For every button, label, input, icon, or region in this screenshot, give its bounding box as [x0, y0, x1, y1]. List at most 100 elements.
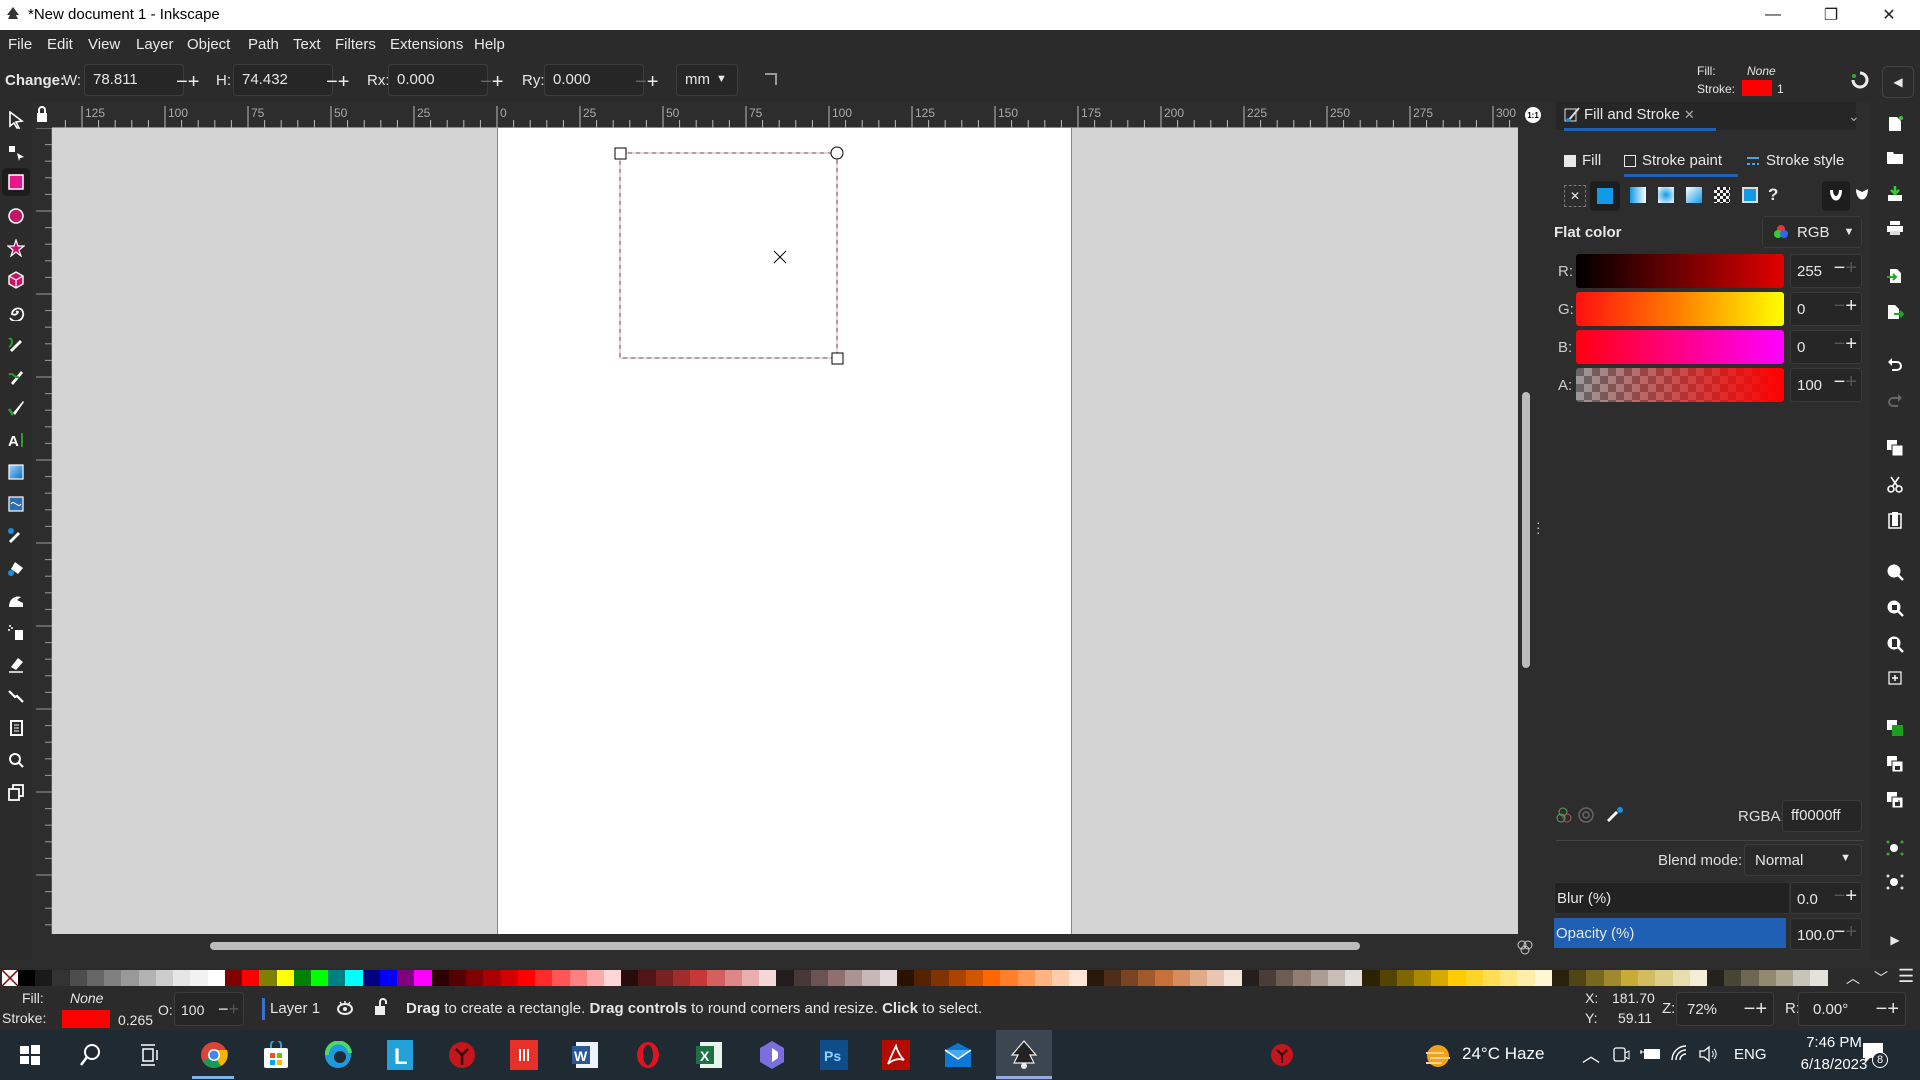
palette-swatch[interactable] [1172, 970, 1190, 986]
ungroup-button[interactable] [1883, 870, 1907, 894]
paint-none-button[interactable]: ✕ [1564, 185, 1586, 207]
status-opacity-stepper[interactable]: −+ [218, 999, 239, 1020]
width-stepper[interactable]: −+ [176, 72, 199, 92]
palette-swatch[interactable] [1586, 970, 1604, 986]
palette-swatch[interactable] [1465, 970, 1483, 986]
copilot-taskbar-icon[interactable] [756, 1039, 788, 1071]
horizontal-scrollbar[interactable] [210, 942, 1360, 950]
palette-swatch[interactable] [1138, 970, 1156, 986]
palette-swatch[interactable] [69, 970, 87, 986]
palette-swatch[interactable] [810, 970, 829, 986]
connector-tool[interactable] [4, 684, 28, 708]
rx-decrement[interactable]: − [480, 71, 492, 93]
rotation-field[interactable]: 0.00° −+ [1798, 992, 1906, 1026]
rectangle-shape[interactable] [619, 152, 838, 359]
palette-swatch[interactable] [379, 970, 398, 986]
palette-swatch[interactable] [1379, 970, 1397, 986]
corner-round-handle[interactable] [830, 146, 844, 160]
menu-text[interactable]: Text [293, 36, 321, 53]
b-value-field[interactable]: 0 −+ [1790, 330, 1862, 364]
task-view-button[interactable] [134, 1039, 166, 1071]
palette-swatch[interactable] [1638, 970, 1656, 986]
indicator-stroke-swatch[interactable] [1742, 80, 1772, 96]
ry-decrement[interactable]: − [635, 71, 647, 93]
palette-swatch[interactable] [1189, 970, 1208, 986]
color-picker-icon[interactable] [1606, 806, 1624, 824]
paint-bucket-tool[interactable] [4, 556, 28, 580]
zoom-drawing-button[interactable] [1883, 596, 1907, 620]
eraser-tool[interactable] [4, 652, 28, 676]
palette-swatch[interactable] [621, 970, 639, 986]
color-model-dropdown[interactable]: RGB ▼ [1762, 216, 1862, 248]
tab-stroke-paint[interactable]: Stroke paint [1624, 152, 1722, 169]
height-input[interactable]: 74.432 [233, 64, 333, 96]
g-stepper[interactable]: −+ [1834, 295, 1857, 318]
store-taskbar-icon[interactable] [260, 1039, 292, 1071]
palette-swatch[interactable] [759, 970, 777, 986]
palette-swatch[interactable] [466, 970, 484, 986]
fill-rule-evenodd-button[interactable] [1822, 181, 1850, 211]
a-slider[interactable] [1576, 368, 1784, 402]
menu-filters[interactable]: Filters [335, 36, 376, 53]
palette-scroll-up-button[interactable]: ︿ [1846, 968, 1860, 988]
palette-swatch[interactable] [1482, 970, 1501, 986]
dropper-tool[interactable] [4, 524, 28, 548]
b-slider[interactable] [1576, 330, 1784, 364]
opacity-value-field[interactable]: 100.0 −+ [1790, 918, 1862, 950]
palette-swatch[interactable] [1086, 970, 1104, 986]
palette-swatch[interactable] [1327, 970, 1346, 986]
status-stroke-width[interactable]: 0.265 [118, 1012, 153, 1028]
palette-swatch[interactable] [362, 970, 380, 986]
palette-swatch[interactable] [224, 970, 243, 986]
star-tool[interactable] [4, 236, 28, 260]
palette-swatch[interactable] [1448, 970, 1466, 986]
resize-handle-top-left[interactable] [614, 147, 627, 160]
paint-unset-button[interactable]: ? [1768, 185, 1778, 205]
group-button[interactable] [1883, 836, 1907, 860]
palette-swatch[interactable] [1207, 970, 1225, 986]
rx-input[interactable]: 0.000 [388, 64, 488, 96]
palette-swatch[interactable] [793, 970, 811, 986]
wifi-icon[interactable] [1670, 1044, 1690, 1064]
palette-swatch[interactable] [190, 970, 208, 986]
menu-file[interactable]: File [8, 36, 32, 53]
spiral-tool[interactable] [4, 300, 28, 324]
palette-swatch[interactable] [1069, 970, 1087, 986]
palette-swatch[interactable] [896, 970, 915, 986]
palette-swatch[interactable] [1000, 970, 1018, 986]
panel-resize-handle[interactable]: · · · [1536, 515, 1541, 539]
panel-menu-chevron-icon[interactable]: ⌄ [1848, 108, 1860, 125]
inkscape-taskbar-icon[interactable] [1008, 1039, 1040, 1071]
zoom-stepper[interactable]: −+ [1744, 998, 1767, 1021]
tab-fill[interactable]: Fill [1564, 152, 1601, 169]
excel-taskbar-icon[interactable]: X [694, 1039, 726, 1071]
palette-swatch[interactable] [104, 970, 122, 986]
spray-tool[interactable] [4, 620, 28, 644]
menu-view[interactable]: View [88, 36, 120, 53]
menu-object[interactable]: Object [187, 36, 230, 53]
open-button[interactable] [1883, 146, 1907, 170]
rotation-stepper[interactable]: −+ [1876, 998, 1899, 1021]
palette-swatch[interactable] [1345, 970, 1363, 986]
palette-swatch[interactable] [1620, 970, 1639, 986]
width-input[interactable]: 78.811 [84, 64, 184, 96]
ry-input[interactable]: 0.000 [544, 64, 644, 96]
gradient-tool[interactable] [4, 460, 28, 484]
height-increment[interactable]: + [338, 71, 350, 93]
palette-swatch[interactable] [328, 970, 346, 986]
palette-swatch[interactable] [1121, 970, 1139, 986]
more-commands-button[interactable]: ▶ [1883, 928, 1907, 952]
palette-swatch[interactable] [414, 970, 432, 986]
paint-swatch-button[interactable] [1742, 187, 1758, 203]
node-tool[interactable] [4, 140, 28, 164]
minimize-button[interactable]: — [1744, 0, 1802, 30]
collapse-snap-button[interactable]: ◀ [1882, 66, 1914, 98]
blur-value-field[interactable]: 0.0 −+ [1790, 882, 1862, 914]
palette-swatch[interactable] [448, 970, 467, 986]
close-button[interactable]: ✕ [1860, 0, 1918, 30]
text-tool[interactable]: A [4, 428, 28, 452]
lpe-tool[interactable] [4, 780, 28, 804]
zoom-selection-button[interactable] [1883, 560, 1907, 584]
palette-swatch[interactable] [1603, 970, 1621, 986]
vertical-ruler[interactable] [32, 127, 52, 934]
